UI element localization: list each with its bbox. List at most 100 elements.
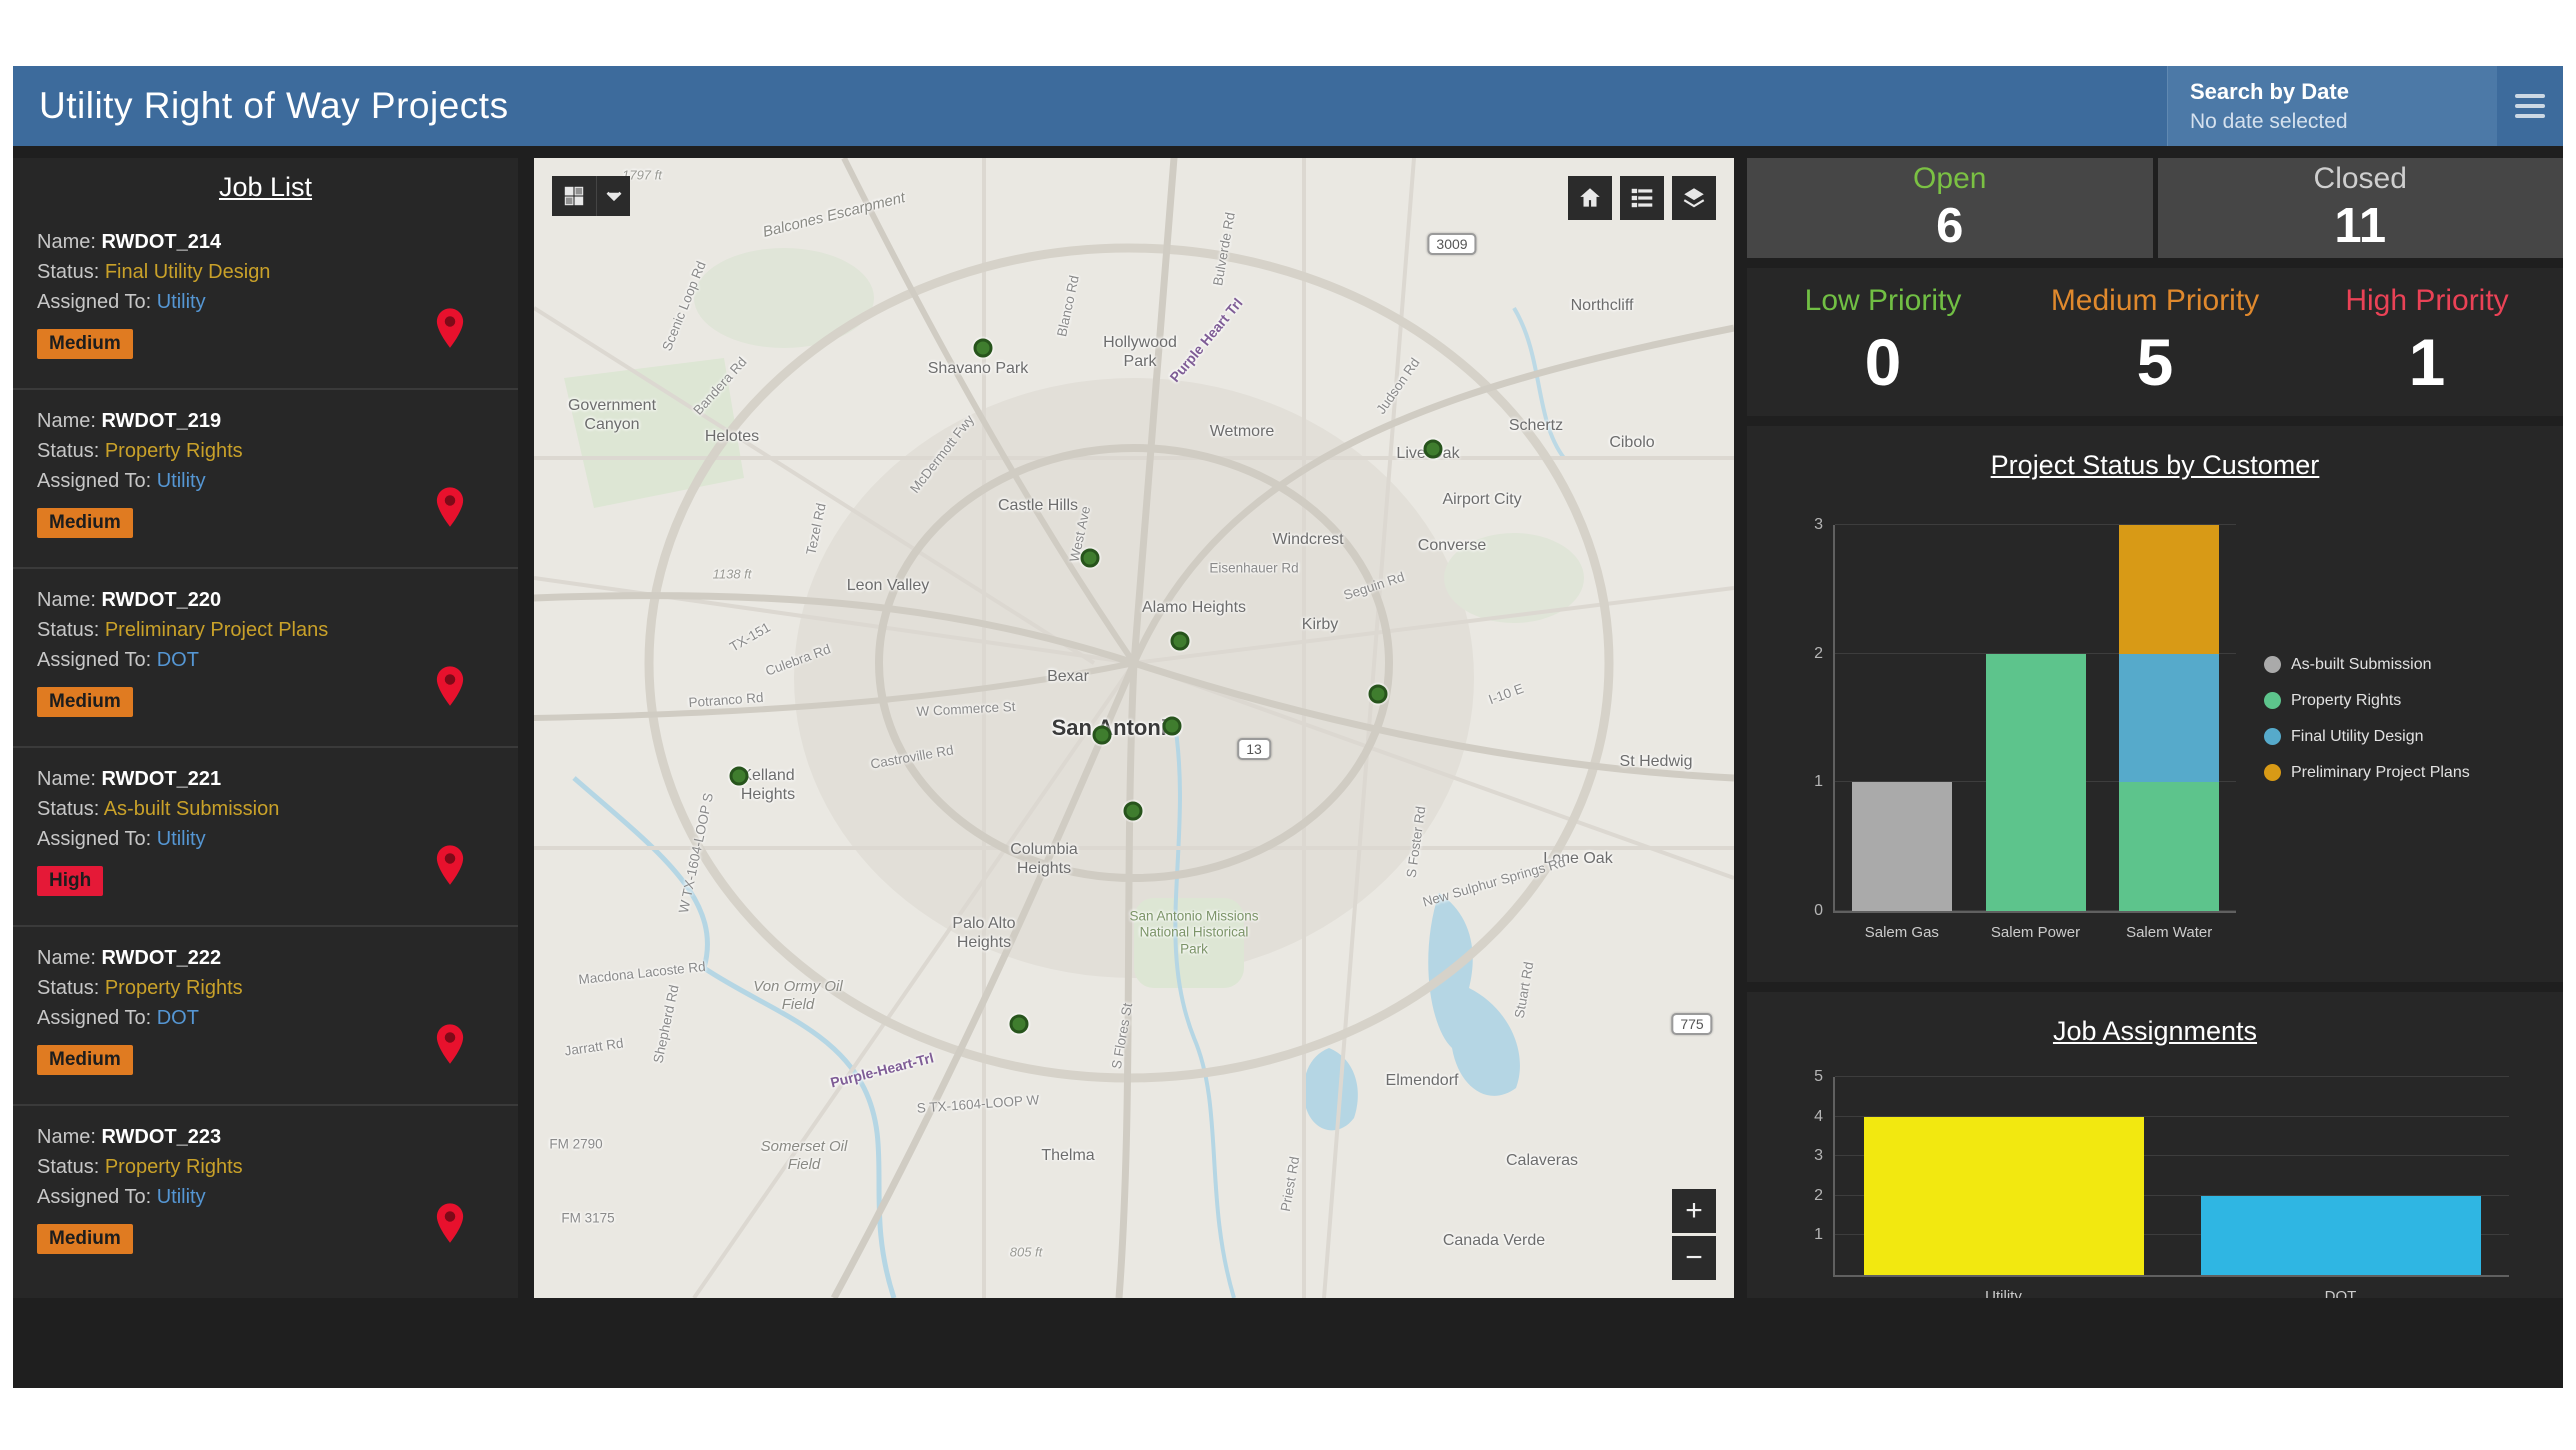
open-closed-counters: Open 6 Closed 11 (1747, 158, 2563, 258)
job-list-item[interactable]: Name: RWDOT_220 Status: Preliminary Proj… (13, 569, 518, 748)
job-list-item[interactable]: Name: RWDOT_214 Status: Final Utility De… (13, 211, 518, 390)
job-list-item[interactable]: Name: RWDOT_219 Status: Property Rights … (13, 390, 518, 569)
closed-counter: Closed 11 (2158, 158, 2564, 258)
project-marker[interactable] (1080, 549, 1099, 568)
bar-segment[interactable] (2119, 654, 2219, 783)
job-list-item[interactable]: Name: RWDOT_221 Status: As-built Submiss… (13, 748, 518, 927)
date-filter-value: No date selected (2190, 110, 2475, 134)
job-name: RWDOT_223 (101, 1126, 221, 1148)
road-shield: 3009 (1427, 233, 1476, 255)
assigned-field-label: Assigned To: (37, 1007, 151, 1029)
project-marker[interactable] (973, 339, 992, 358)
header: Utility Right of Way Projects Search by … (13, 66, 2563, 146)
bar-segment[interactable] (2201, 1196, 2481, 1275)
project-marker[interactable] (1163, 716, 1182, 735)
zoom-out-button[interactable]: − (1672, 1236, 1716, 1280)
status-field-label: Status: (37, 619, 99, 641)
bar[interactable] (1864, 1077, 2144, 1275)
bar-segment[interactable] (2119, 782, 2219, 911)
name-field-label: Name: (37, 231, 96, 253)
location-pin-icon[interactable] (434, 844, 466, 886)
legend-swatch (2264, 764, 2281, 781)
legend-item: Property Rights (2264, 691, 2539, 711)
layers-icon (1681, 185, 1707, 211)
location-pin-icon[interactable] (434, 486, 466, 528)
project-marker[interactable] (1423, 439, 1442, 458)
status-field-label: Status: (37, 1156, 99, 1178)
y-tick-label: 0 (1814, 902, 1823, 920)
bar-segment[interactable] (1864, 1117, 2144, 1275)
stats-panel: Open 6 Closed 11 Low Priority 0 Medium P… (1747, 158, 2563, 1298)
basemap-gallery-button[interactable] (552, 176, 596, 216)
low-priority-counter: Low Priority 0 (1747, 268, 2019, 416)
priority-badge: Medium (37, 508, 133, 538)
legend-button[interactable] (1620, 176, 1664, 220)
basemap-expand-button[interactable] (596, 176, 630, 216)
x-category-label: Salem Gas (1865, 924, 1939, 941)
job-list-item[interactable]: Name: RWDOT_222 Status: Property Rights … (13, 927, 518, 1106)
legend-label: As-built Submission (2291, 655, 2432, 675)
job-list-item[interactable]: Name: RWDOT_223 Status: Property Rights … (13, 1106, 518, 1285)
medium-priority-counter: Medium Priority 5 (2019, 268, 2291, 416)
bar[interactable] (2201, 1077, 2481, 1275)
bar[interactable] (1852, 525, 1952, 911)
legend-swatch (2264, 692, 2281, 709)
road-shield: 13 (1237, 738, 1271, 760)
bar[interactable] (2119, 525, 2219, 911)
y-tick-label: 3 (1814, 1147, 1823, 1165)
bar-segment[interactable] (1986, 654, 2086, 911)
status-field-label: Status: (37, 798, 99, 820)
bar-segment[interactable] (2119, 525, 2219, 654)
zoom-control: + − (1672, 1189, 1716, 1280)
x-category-label: DOT (2325, 1288, 2357, 1298)
location-pin-icon[interactable] (434, 307, 466, 349)
chart-plot[interactable]: 1 2 3 4 5 Utility DOT (1833, 1077, 2509, 1277)
location-pin-icon[interactable] (434, 1202, 466, 1244)
content: Job List Name: RWDOT_214 Status: Final U… (13, 146, 2563, 1388)
home-button[interactable] (1568, 176, 1612, 220)
job-name: RWDOT_219 (101, 410, 221, 432)
priority-badge: Medium (37, 1045, 133, 1075)
chart-title: Project Status by Customer (1771, 450, 2539, 481)
project-marker[interactable] (1368, 684, 1387, 703)
date-filter-button[interactable]: Search by Date No date selected (2167, 66, 2497, 146)
job-assigned-to: Utility (157, 828, 206, 850)
y-tick-label: 5 (1814, 1068, 1823, 1086)
project-marker[interactable] (1092, 725, 1111, 744)
legend-swatch (2264, 728, 2281, 745)
open-counter: Open 6 (1747, 158, 2153, 258)
project-status-chart: Project Status by Customer 0 1 2 3 Salem… (1747, 426, 2563, 982)
legend-item: Preliminary Project Plans (2264, 763, 2539, 783)
job-assigned-to: DOT (157, 1007, 199, 1029)
project-marker[interactable] (1170, 632, 1189, 651)
zoom-in-button[interactable]: + (1672, 1189, 1716, 1233)
x-category-label: Salem Power (1991, 924, 2080, 941)
job-name: RWDOT_220 (101, 589, 221, 611)
job-name: RWDOT_214 (101, 231, 221, 253)
layers-button[interactable] (1672, 176, 1716, 220)
project-marker[interactable] (1123, 802, 1142, 821)
hamburger-menu-icon[interactable] (2497, 66, 2563, 146)
job-status: Preliminary Project Plans (105, 619, 328, 641)
map[interactable]: Balcones EscarpmentShavano ParkHollywood… (534, 158, 1734, 1298)
basemap-control (552, 176, 630, 216)
road-shield: 775 (1671, 1013, 1712, 1035)
basemap-graphics (534, 158, 1734, 1298)
chart-plot[interactable]: 0 1 2 3 Salem Gas Salem Power Salem Wate… (1833, 525, 2236, 913)
y-tick-label: 4 (1814, 1108, 1823, 1126)
name-field-label: Name: (37, 589, 96, 611)
project-marker[interactable] (1009, 1015, 1028, 1034)
page-title: Utility Right of Way Projects (13, 85, 2167, 127)
location-pin-icon[interactable] (434, 665, 466, 707)
name-field-label: Name: (37, 1126, 96, 1148)
location-pin-icon[interactable] (434, 1023, 466, 1065)
project-marker[interactable] (730, 766, 749, 785)
job-assigned-to: Utility (157, 1186, 206, 1208)
y-tick-label: 1 (1814, 773, 1823, 791)
status-field-label: Status: (37, 440, 99, 462)
assigned-field-label: Assigned To: (37, 1186, 151, 1208)
priority-badge: Medium (37, 687, 133, 717)
assigned-field-label: Assigned To: (37, 828, 151, 850)
bar[interactable] (1986, 525, 2086, 911)
bar-segment[interactable] (1852, 782, 1952, 911)
